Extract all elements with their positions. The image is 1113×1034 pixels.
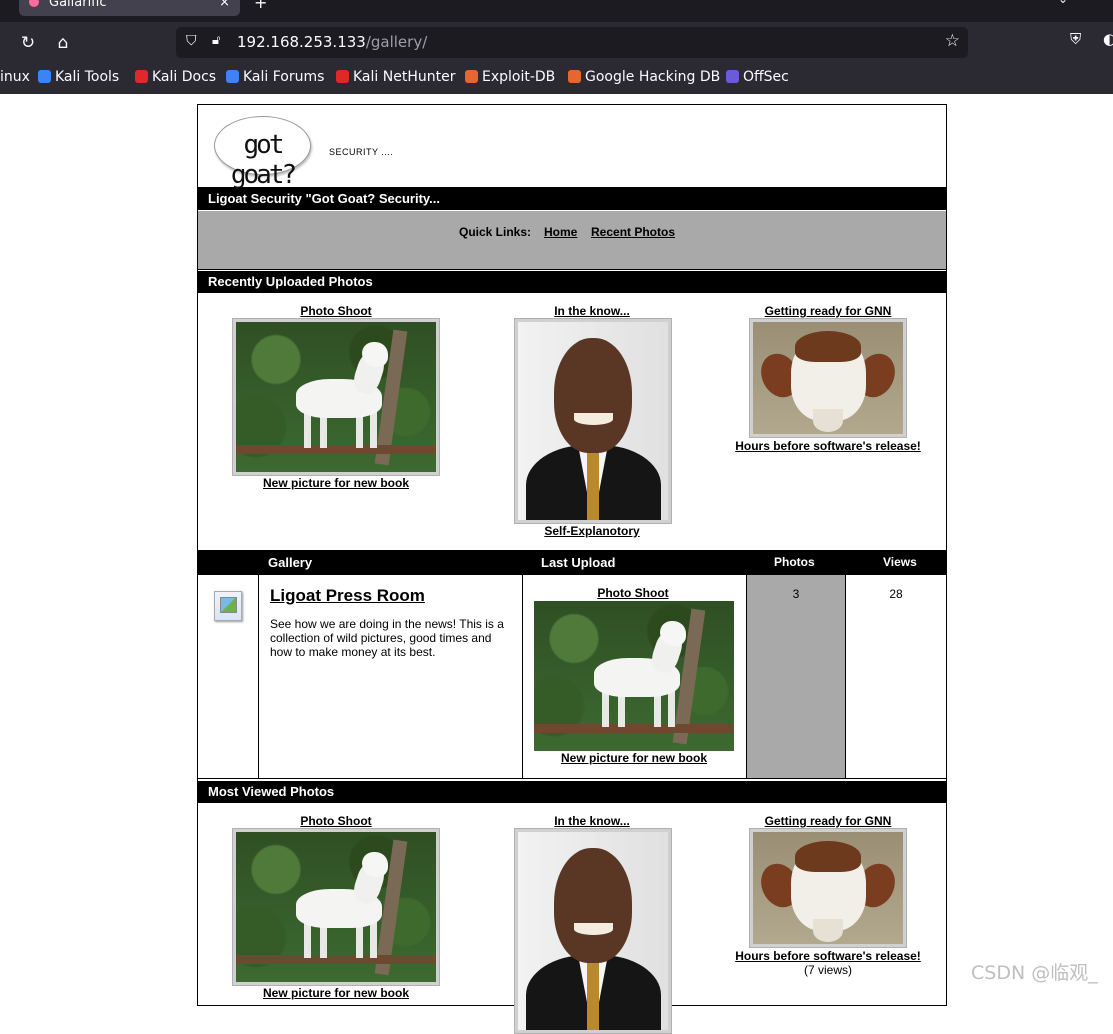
bookmark-kali-forums[interactable]: Kali Forums <box>226 69 324 85</box>
watermark: CSDN @临观_ <box>971 962 1098 984</box>
most-viewed-heading: Most Viewed Photos <box>208 784 335 799</box>
photo-title-link[interactable]: In the know... <box>522 814 662 828</box>
portrait-photo <box>518 322 668 520</box>
photo-thumbnail[interactable] <box>514 318 672 524</box>
chevron-down-icon[interactable]: ⌄ <box>1058 0 1068 6</box>
photo-title-link[interactable]: Photo Shoot <box>266 304 406 318</box>
bookmarks-bar: inux Kali Tools Kali Docs Kali Forums Ka… <box>0 64 1113 94</box>
kali-icon <box>38 70 51 83</box>
shield-icon[interactable]: ⛉ <box>186 33 197 49</box>
site-header: got goat? SECURITY .... <box>198 105 946 190</box>
reload-icon[interactable]: ↻ <box>15 30 41 56</box>
site-logo[interactable]: got goat? <box>214 116 311 190</box>
gallery-page: got goat? SECURITY .... Ligoat Security … <box>197 104 947 1034</box>
photo-caption-link[interactable]: Hours before software's release! <box>718 949 938 963</box>
album-icon-cell <box>198 575 259 778</box>
star-icon[interactable]: ☆ <box>945 31 960 51</box>
ghdb-icon <box>568 70 581 83</box>
goat-photo <box>236 832 436 982</box>
photo-title-link[interactable]: Photo Shoot <box>563 586 703 600</box>
home-link[interactable]: Home <box>544 225 577 239</box>
photos-count: 3 <box>792 587 800 601</box>
album-description: See how we are doing in the news! This i… <box>270 617 504 659</box>
boer-goat-photo <box>753 832 903 944</box>
site-title: Ligoat Security "Got Goat? Security... <box>208 191 441 206</box>
album-icon[interactable] <box>214 591 242 621</box>
photo-title-link[interactable]: Getting ready for GNN <box>738 304 918 318</box>
table-row: Ligoat Press Room See how we are doing i… <box>198 574 946 779</box>
col-photos: Photos <box>774 555 815 569</box>
kali-forums-icon <box>226 70 239 83</box>
photo-caption-link[interactable]: New picture for new book <box>236 986 436 1000</box>
url-bar[interactable]: ⛉ 🔓︎ 192.168.253.133/gallery/ ☆ <box>176 27 968 58</box>
quick-links-label: Quick Links: <box>459 225 532 239</box>
url-path: /gallery/ <box>365 33 428 51</box>
bookmark-offsec[interactable]: OffSec <box>726 69 789 85</box>
photo-thumbnail[interactable] <box>749 828 907 948</box>
photo-view-count: (7 views) <box>803 963 852 977</box>
url-text[interactable]: 192.168.253.133/gallery/ <box>237 33 427 51</box>
exploit-db-icon <box>465 70 478 83</box>
tab-title: Gallarific <box>49 0 107 10</box>
photo-caption-link[interactable]: New picture for new book <box>534 751 734 765</box>
most-viewed-heading-bar: Most Viewed Photos <box>198 781 946 803</box>
bookmark-kali-nethunter[interactable]: Kali NetHunter <box>336 69 455 85</box>
logo-text: got goat? <box>230 130 297 190</box>
pocket-icon[interactable]: ⛨ <box>1070 30 1081 48</box>
gallery-table-header: Gallery Last Upload Photos Views <box>198 550 946 574</box>
new-tab-icon[interactable]: + <box>254 0 267 12</box>
boer-goat-photo <box>753 322 903 434</box>
bookmark-exploit-db[interactable]: Exploit-DB <box>465 69 555 85</box>
photo-thumbnail[interactable] <box>749 318 907 438</box>
views-count: 28 <box>889 587 903 601</box>
recent-photos-link[interactable]: Recent Photos <box>591 225 675 239</box>
bookmark-google-hacking-db[interactable]: Google Hacking DB <box>568 69 720 85</box>
favicon-icon <box>29 0 39 7</box>
url-host: 192.168.253.133 <box>237 33 366 51</box>
goat-photo <box>236 322 436 472</box>
site-title-bar: Ligoat Security "Got Goat? Security... <box>198 188 946 210</box>
album-title-link[interactable]: Ligoat Press Room <box>270 586 425 606</box>
bookmark-linux[interactable]: inux <box>0 69 30 85</box>
photo-title-link[interactable]: In the know... <box>522 304 662 318</box>
col-gallery: Gallery <box>268 555 313 570</box>
last-upload-cell: Photo Shoot New picture for new book <box>523 575 747 778</box>
views-count-cell: 28 <box>846 575 946 778</box>
logo-tagline: SECURITY .... <box>329 147 394 157</box>
kali-docs-icon <box>135 70 148 83</box>
nethunter-icon <box>336 70 349 83</box>
photo-caption-link[interactable]: Hours before software's release! <box>718 439 938 453</box>
bookmark-kali-tools[interactable]: Kali Tools <box>38 69 119 85</box>
extension-icon[interactable]: ◐ <box>1103 30 1113 48</box>
close-icon[interactable]: × <box>219 0 230 10</box>
offsec-icon <box>726 70 739 83</box>
photo-caption-link[interactable]: Self-Explanotory <box>522 524 662 538</box>
photo-thumbnail[interactable] <box>232 828 440 986</box>
portrait-photo <box>518 832 668 1030</box>
photo-title-link[interactable]: Getting ready for GNN <box>738 814 918 828</box>
album-desc-cell: Ligoat Press Room See how we are doing i… <box>259 575 523 778</box>
photo-title-link[interactable]: Photo Shoot <box>266 814 406 828</box>
nav-bar: ↻ ⌂ ⛉ 🔓︎ 192.168.253.133/gallery/ ☆ ⛨ ◐ <box>0 22 1113 64</box>
quick-links-bar: Quick Links: Home Recent Photos <box>198 211 946 270</box>
col-last-upload: Last Upload <box>541 555 616 570</box>
photo-thumbnail[interactable] <box>232 318 440 476</box>
recent-heading: Recently Uploaded Photos <box>208 274 373 289</box>
photo-caption-link[interactable]: New picture for new book <box>236 476 436 490</box>
tab-bar: Gallarific × + ⌄ <box>0 0 1113 22</box>
browser-tab[interactable]: Gallarific × <box>19 0 240 16</box>
lock-icon[interactable]: 🔓︎ <box>212 33 220 48</box>
col-views: Views <box>883 555 917 569</box>
bookmark-kali-docs[interactable]: Kali Docs <box>135 69 216 85</box>
photo-thumbnail[interactable] <box>514 828 672 1034</box>
recent-heading-bar: Recently Uploaded Photos <box>198 271 946 293</box>
home-icon[interactable]: ⌂ <box>50 30 76 56</box>
photos-count-cell: 3 <box>747 575 846 778</box>
goat-photo[interactable] <box>534 601 734 751</box>
